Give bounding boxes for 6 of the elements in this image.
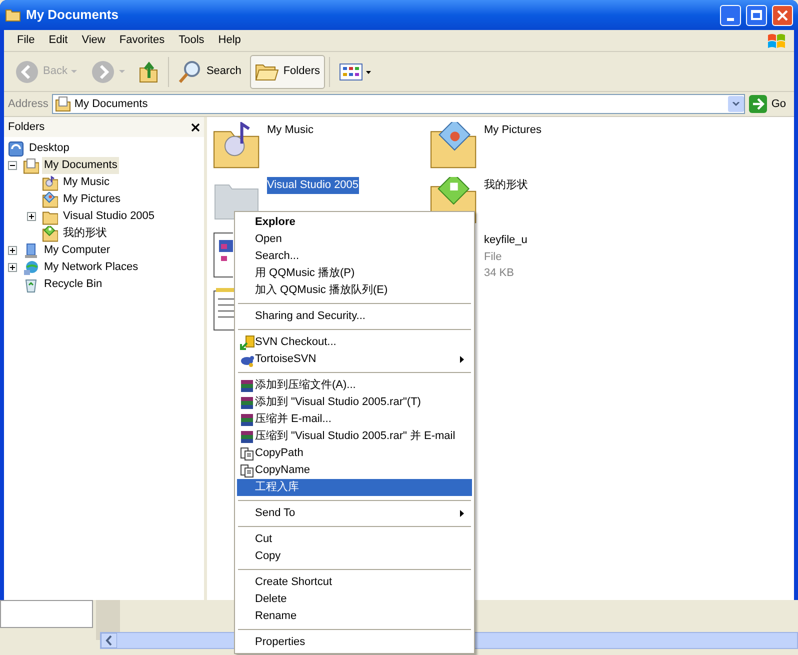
file-type: File [484, 250, 503, 264]
file-size: 34 KB [484, 266, 515, 281]
address-label: Address [8, 96, 48, 112]
pane-title: Folders [8, 120, 45, 135]
window-title: My Documents [26, 6, 120, 24]
address-value: My Documents [74, 96, 149, 112]
